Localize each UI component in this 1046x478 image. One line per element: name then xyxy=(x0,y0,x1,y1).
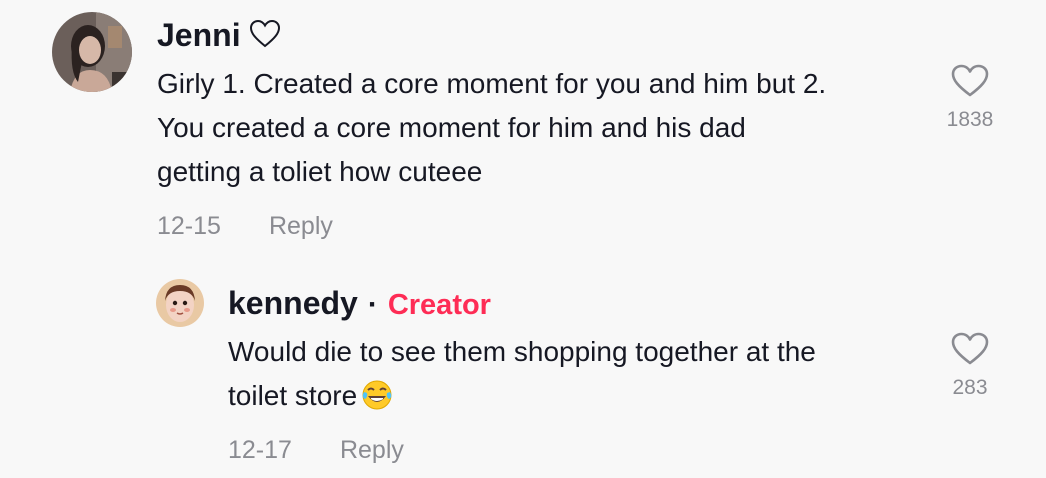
username-text[interactable]: Jenni xyxy=(157,17,241,53)
separator-dot: · xyxy=(367,288,378,321)
reply-meta: 12-17 Reply xyxy=(228,436,404,465)
comment-text-line: Girly 1. Created a core moment for you a… xyxy=(157,68,827,99)
reply-username[interactable]: kennedy xyxy=(228,287,358,319)
like-button[interactable]: 1838 xyxy=(934,64,1006,132)
creator-badge: Creator xyxy=(387,289,491,321)
heart-outline-icon[interactable] xyxy=(934,332,1006,366)
comment-text-line: You created a core moment for him and hi… xyxy=(157,112,746,143)
comment-meta: 12-15 Reply xyxy=(157,212,333,241)
reply-text-line: toilet store xyxy=(228,380,358,411)
reply-date: 12-17 xyxy=(228,436,292,464)
comment-username[interactable]: Jenni xyxy=(157,19,281,54)
like-count: 1838 xyxy=(946,108,994,131)
reply-button[interactable]: Reply xyxy=(340,436,404,465)
like-button[interactable]: 283 xyxy=(934,332,1006,400)
reply-header: kennedy · Creator xyxy=(228,287,491,320)
reply-button[interactable]: Reply xyxy=(269,212,333,241)
comment-date: 12-15 xyxy=(157,212,221,240)
heart-outline-icon[interactable] xyxy=(934,64,1006,98)
reply-text-line-2: toilet store xyxy=(228,374,928,424)
face-with-tears-of-joy-icon xyxy=(361,379,393,424)
avatar[interactable] xyxy=(52,12,132,92)
heart-outline-icon xyxy=(249,19,281,54)
like-count: 283 xyxy=(952,376,988,399)
comment-text: Girly 1. Created a core moment for you a… xyxy=(157,62,927,194)
reply-text: Would die to see them shopping together … xyxy=(228,330,928,424)
reply-text-line: Would die to see them shopping together … xyxy=(228,336,816,367)
comment-text-line: getting a toliet how cuteee xyxy=(157,156,483,187)
avatar[interactable] xyxy=(156,279,204,327)
